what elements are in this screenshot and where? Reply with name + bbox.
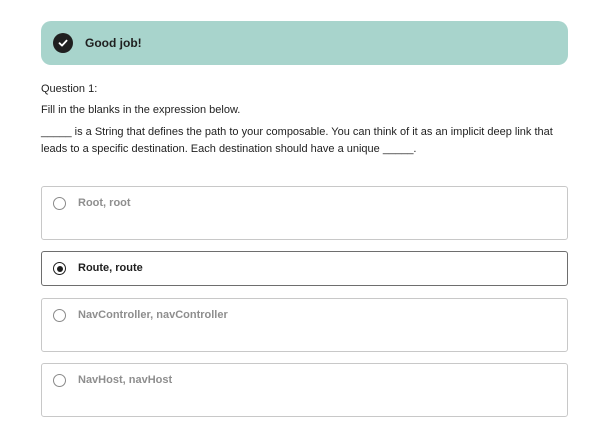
success-banner: Good job! [41,21,568,65]
option-navhost[interactable]: NavHost, navHost [41,363,568,417]
option-label: NavHost, navHost [78,374,173,386]
option-label: Root, root [78,197,131,209]
option-label: Route, route [78,262,143,274]
radio-selected-dot [56,265,63,272]
question-instruction: Fill in the blanks in the expression bel… [41,104,241,116]
option-route[interactable]: Route, route [41,251,568,286]
question-text: _____ is a String that defines the path … [41,126,553,155]
option-label: NavController, navController [78,309,228,321]
check-circle-icon [53,33,73,53]
quiz-page: Good job! Question 1: Fill in the blanks… [0,0,602,425]
option-navcontroller[interactable]: NavController, navController [41,298,568,352]
question-number: Question 1: [41,83,98,95]
option-root[interactable]: Root, root [41,186,568,240]
radio-button[interactable] [53,197,66,210]
radio-button[interactable] [53,309,66,322]
radio-button[interactable] [53,262,66,275]
banner-message: Good job! [85,36,142,50]
radio-button[interactable] [53,374,66,387]
